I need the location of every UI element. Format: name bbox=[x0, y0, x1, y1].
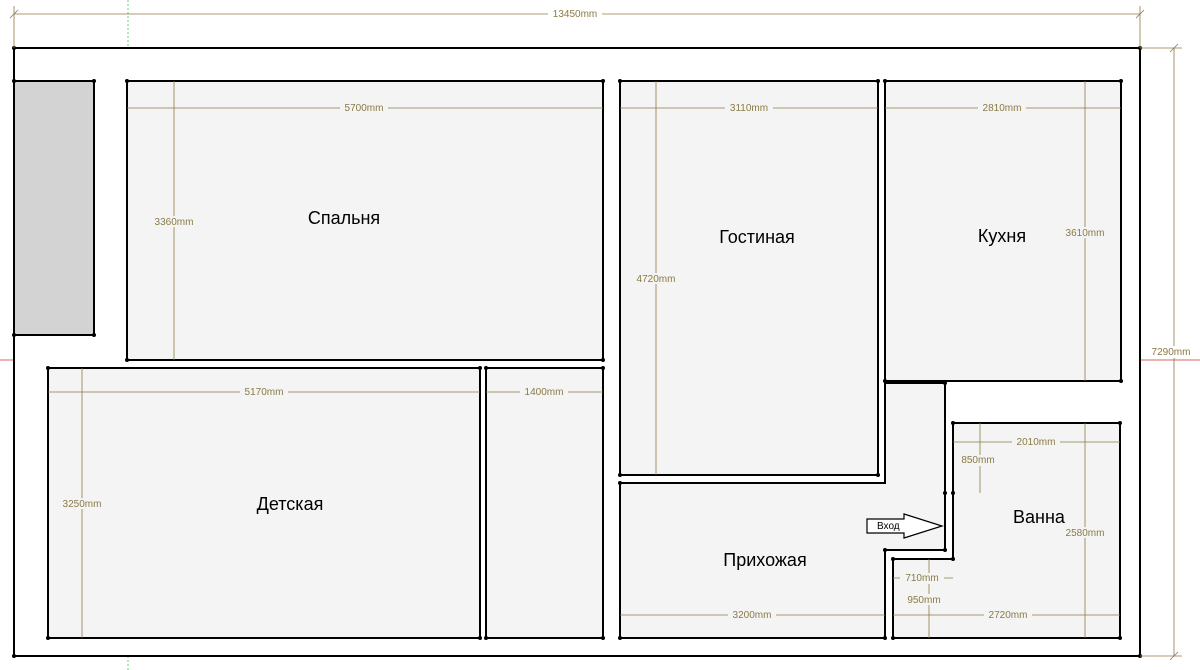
dim-bedroom-height: 3360mm bbox=[155, 217, 194, 228]
dim-hall-width: 3200mm bbox=[733, 610, 772, 621]
label-bedroom: Спальня bbox=[308, 208, 380, 228]
label-bathroom: Ванна bbox=[1013, 507, 1066, 527]
dim-kitchen-height: 3610mm bbox=[1066, 228, 1105, 239]
label-hallway: Прихожая bbox=[723, 550, 806, 570]
label-living-room: Гостиная bbox=[719, 227, 795, 247]
dim-bath-height: 2580mm bbox=[1066, 528, 1105, 539]
dim-kids-width: 5170mm bbox=[245, 387, 284, 398]
dim-niche-depth: 950mm bbox=[907, 595, 940, 606]
dim-bath-bottom-width: 2720mm bbox=[989, 610, 1028, 621]
label-kitchen: Кухня bbox=[978, 226, 1026, 246]
entrance-label: Вход bbox=[877, 521, 900, 532]
dim-overall-width: 13450mm bbox=[553, 9, 597, 20]
dim-closet-width: 1400mm bbox=[525, 387, 564, 398]
dim-living-height: 4720mm bbox=[637, 274, 676, 285]
floor-plan: Вход Спальня Гостиная Кухня Детская Прих… bbox=[0, 0, 1200, 670]
dim-living-width: 3110mm bbox=[730, 103, 768, 114]
dim-kids-height: 3250mm bbox=[63, 499, 102, 510]
dim-bedroom-width: 5700mm bbox=[345, 103, 384, 114]
dim-niche-width: 710mm bbox=[905, 573, 938, 584]
dim-bath-width: 2010mm bbox=[1017, 437, 1056, 448]
label-kids-room: Детская bbox=[257, 494, 324, 514]
dim-kitchen-width: 2810mm bbox=[983, 103, 1022, 114]
dim-bath-step: 850mm bbox=[961, 455, 994, 466]
dim-overall-height: 7290mm bbox=[1152, 347, 1191, 358]
room-closet bbox=[485, 367, 604, 639]
balcony bbox=[13, 80, 95, 336]
